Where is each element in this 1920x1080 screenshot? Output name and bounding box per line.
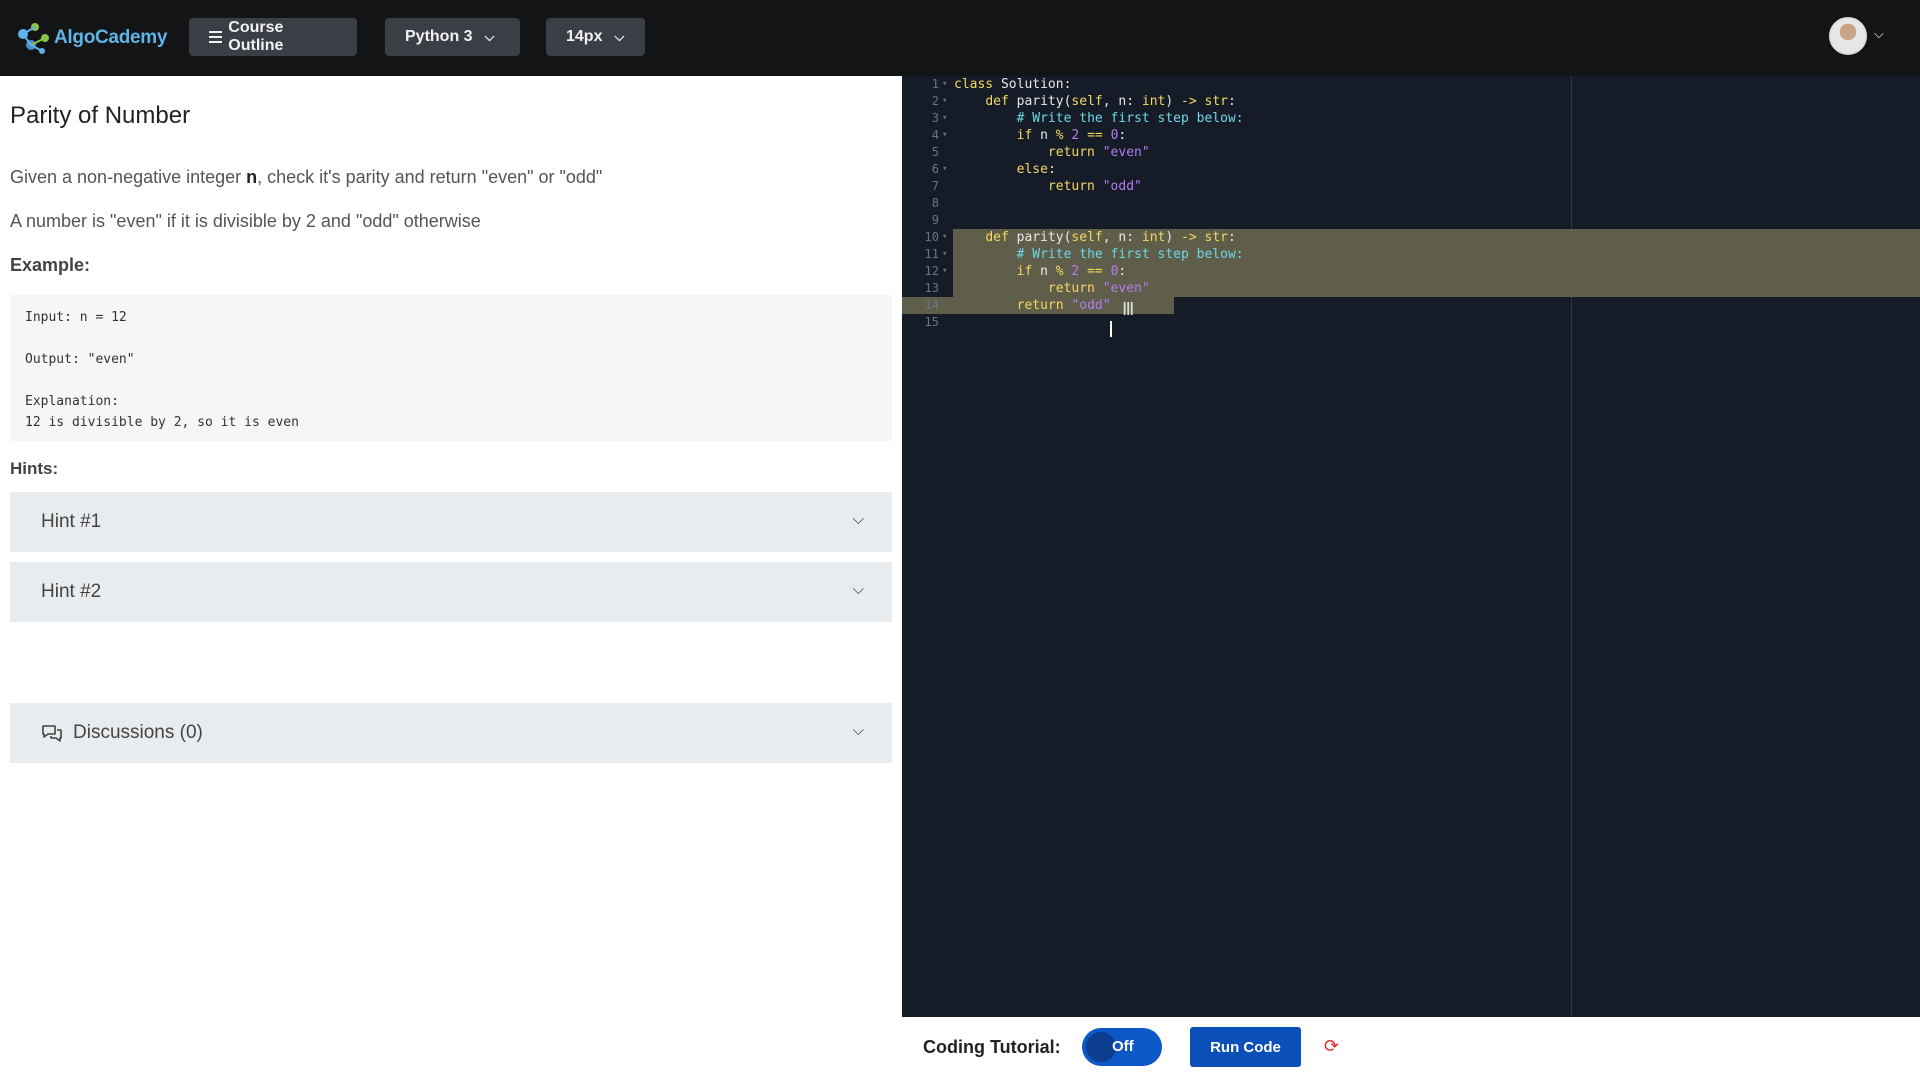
course-outline-button[interactable]: Course Outline: [189, 18, 357, 56]
problem-description: Given a non-negative integer n, check it…: [10, 167, 603, 187]
fold-arrow-icon[interactable]: ▾: [942, 110, 947, 127]
line-number: 13: [924, 281, 939, 295]
line-number: 1: [931, 77, 939, 91]
list-icon: [209, 28, 223, 46]
language-dropdown[interactable]: Python 3 ⌵: [385, 18, 520, 56]
logo-icon: [18, 23, 49, 54]
line-number: 14: [924, 298, 939, 312]
run-code-button[interactable]: Run Code: [1190, 1027, 1301, 1067]
chevron-down-icon: ⌵: [614, 29, 625, 44]
example-explanation: 12 is divisible by 2, so it is even: [25, 415, 299, 430]
fold-arrow-icon[interactable]: ▾: [942, 161, 947, 178]
fold-arrow-icon[interactable]: ▾: [942, 76, 947, 93]
line-number: 8: [931, 196, 939, 210]
top-navigation-bar: AlgoCademy Course Outline Python 3 ⌵ 14p…: [0, 0, 1920, 76]
editor-bottom-bar: Coding Tutorial: Off Run Code ⟳: [902, 1017, 1920, 1080]
chevron-down-icon: ⌵: [852, 581, 864, 598]
chevron-down-icon: ⌵: [484, 29, 495, 44]
line-number: 5: [931, 145, 939, 159]
hint-1-accordion[interactable]: Hint #1 ⌵: [10, 492, 892, 552]
comments-icon: [42, 725, 62, 742]
hints-label: Hints:: [10, 459, 59, 478]
chevron-down-icon: ⌵: [852, 511, 864, 528]
ibeam-cursor-icon: Ⅲ: [1122, 299, 1135, 320]
coding-tutorial-toggle[interactable]: Off: [1082, 1028, 1162, 1066]
line-number: 10: [924, 230, 939, 244]
fold-arrow-icon[interactable]: ▾: [942, 229, 947, 246]
fold-arrow-icon[interactable]: ▾: [942, 127, 947, 144]
avatar-chevron-down-icon[interactable]: ⌵: [1874, 26, 1884, 42]
refresh-icon[interactable]: ⟳: [1324, 1036, 1339, 1057]
coding-tutorial-label: Coding Tutorial:: [923, 1037, 1061, 1057]
chevron-down-icon: ⌵: [852, 722, 864, 739]
code-editor[interactable]: 1 ▾ 2 ▾ 3 ▾ 4 ▾ 5 6 ▾ 7 8 9 10 ▾ 11 ▾ 12 ▾ 13 14 15 class Solu…: [902, 76, 1920, 1017]
line-number: 12: [924, 264, 939, 278]
example-box: Input: n = 12 Output: "even" Explanation…: [10, 295, 892, 441]
example-label: Example:: [10, 255, 91, 275]
line-number: 3: [931, 111, 939, 125]
line-number: 6: [931, 162, 939, 176]
course-outline-label: Course Outline: [228, 19, 284, 54]
line-number: 7: [931, 179, 939, 193]
font-size-dropdown[interactable]: 14px ⌵: [546, 18, 645, 56]
line-number: 11: [924, 247, 939, 261]
hint-2-label: Hint #2: [41, 581, 102, 602]
discussions-label: Discussions (0): [73, 722, 203, 743]
problem-panel: Parity of Number Given a non-negative in…: [0, 76, 902, 1080]
line-number: 15: [924, 315, 939, 329]
problem-description-2: A number is "even" if it is divisible by…: [10, 211, 481, 231]
example-input: Input: n = 12: [25, 310, 127, 325]
line-number: 4: [931, 128, 939, 142]
line-number: 9: [931, 213, 939, 227]
language-label: Python 3: [405, 28, 473, 45]
hint-2-accordion[interactable]: Hint #2 ⌵: [10, 562, 892, 622]
example-explanation-label: Explanation:: [25, 394, 119, 409]
text-cursor: [1110, 321, 1112, 337]
user-avatar[interactable]: [1829, 17, 1867, 55]
logo-text: AlgoCademy: [54, 27, 168, 48]
fold-arrow-icon[interactable]: ▾: [942, 93, 947, 110]
fold-arrow-icon[interactable]: ▾: [942, 263, 947, 280]
font-size-label: 14px: [566, 28, 603, 45]
line-number: 2: [931, 94, 939, 108]
fold-arrow-icon[interactable]: ▾: [942, 246, 947, 263]
example-output: Output: "even": [25, 352, 135, 367]
toggle-label: Off: [1112, 1038, 1134, 1055]
print-margin-line: [1571, 76, 1572, 1017]
algocademy-logo[interactable]: AlgoCademy: [14, 18, 167, 58]
discussions-accordion[interactable]: Discussions (0) ⌵: [10, 703, 892, 763]
hint-1-label: Hint #1: [41, 511, 102, 532]
problem-title: Parity of Number: [10, 102, 191, 129]
